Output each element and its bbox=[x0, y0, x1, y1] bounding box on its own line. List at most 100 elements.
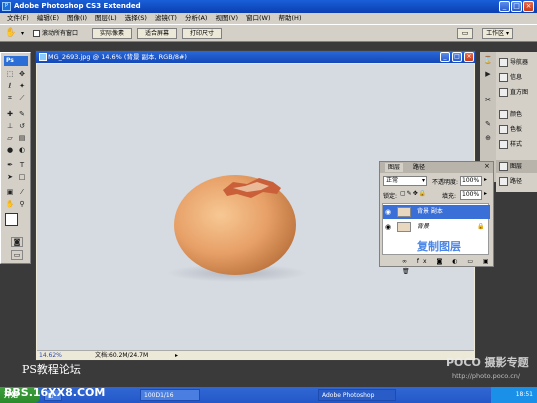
menu-layer[interactable]: 图层(L) bbox=[91, 13, 121, 24]
opacity-input[interactable]: 100% bbox=[460, 176, 482, 186]
rectangle-tool-icon[interactable]: □ bbox=[17, 173, 27, 182]
taskbar-item-photoshop[interactable]: Adobe Photoshop bbox=[318, 389, 396, 401]
maximize-button[interactable]: □ bbox=[511, 1, 522, 12]
actions-icon[interactable]: ▶ bbox=[483, 70, 493, 79]
document-size-info[interactable]: 文档:60.2M/24.7M bbox=[95, 351, 148, 360]
layer-row-background[interactable]: ◉ 背景 🔒 bbox=[383, 220, 490, 234]
workspace-button[interactable]: 工作区 ▾ bbox=[482, 28, 513, 39]
navigator-icon bbox=[499, 58, 508, 67]
chevron-down-icon: ▾ bbox=[421, 177, 425, 184]
fill-input[interactable]: 100% bbox=[460, 190, 482, 200]
dock-styles[interactable]: 样式 bbox=[496, 138, 537, 151]
menu-analysis[interactable]: 分析(A) bbox=[181, 13, 212, 24]
tool-presets-icon[interactable]: ✂ bbox=[483, 96, 493, 105]
quick-mask-icon[interactable]: ◙ bbox=[11, 237, 23, 247]
brush-tool-icon[interactable]: ✎ bbox=[17, 110, 27, 119]
menu-file[interactable]: 文件(F) bbox=[3, 13, 33, 24]
gradient-tool-icon[interactable]: ▤ bbox=[17, 134, 27, 143]
toolbox: Ps ⬚ ✥ ℓ ✦ ⌗ ⟋ ✚ ✎ ⊥ ↺ ▱ ▤ ● ◐ ✒ T ➤ □ ▣… bbox=[0, 52, 31, 264]
opacity-arrow-icon[interactable]: ▸ bbox=[484, 176, 487, 183]
tab-paths[interactable]: 路径 bbox=[410, 163, 428, 172]
layers-panel-footer-icons[interactable]: ∞ fx ◙ ◐ ▭ ▣ 🗑 bbox=[380, 257, 493, 275]
app-title-bar: Adobe Photoshop CS3 Extended bbox=[0, 0, 537, 13]
chevron-down-icon[interactable]: ▾ bbox=[21, 28, 29, 39]
fill-arrow-icon[interactable]: ▸ bbox=[484, 190, 487, 197]
taskbar-item-folder[interactable]: 100D1/16 bbox=[140, 389, 200, 401]
hand-tool-icon[interactable]: ✋ bbox=[5, 28, 17, 39]
document-icon bbox=[39, 53, 47, 61]
menu-help[interactable]: 帮助(H) bbox=[275, 13, 306, 24]
dock-swatches[interactable]: 色板 bbox=[496, 123, 537, 136]
photoshop-app-icon: P bbox=[2, 2, 11, 11]
magic-wand-tool-icon[interactable]: ✦ bbox=[17, 82, 27, 91]
scroll-all-checkbox[interactable] bbox=[33, 30, 40, 37]
eye-icon[interactable]: ◉ bbox=[385, 220, 391, 234]
path-selection-tool-icon[interactable]: ➤ bbox=[5, 173, 15, 182]
healing-brush-tool-icon[interactable]: ✚ bbox=[5, 110, 15, 119]
history-icon[interactable]: ⌛ bbox=[483, 56, 493, 65]
layer-row-background-copy[interactable]: ◉ 背景 副本 bbox=[383, 205, 490, 219]
stamp-tool-icon[interactable]: ⊥ bbox=[5, 122, 15, 131]
screen-mode-icon[interactable]: ▭ bbox=[11, 250, 23, 260]
actual-pixels-button[interactable]: 实际像素 bbox=[92, 28, 132, 39]
menu-window[interactable]: 窗口(W) bbox=[242, 13, 275, 24]
status-arrow-icon[interactable]: ▸ bbox=[175, 351, 178, 360]
clone-source-icon[interactable]: ⊕ bbox=[483, 134, 493, 143]
dock-info[interactable]: 信息 bbox=[496, 71, 537, 84]
layer-list: ◉ 背景 副本 ◉ 背景 🔒 复制图层 bbox=[382, 203, 490, 255]
marquee-tool-icon[interactable]: ⬚ bbox=[5, 70, 15, 79]
app-title: Adobe Photoshop CS3 Extended bbox=[14, 2, 141, 10]
doc-maximize-button[interactable]: □ bbox=[452, 52, 462, 62]
doc-minimize-button[interactable]: _ bbox=[440, 52, 450, 62]
color-icon bbox=[499, 110, 508, 119]
dock-layers[interactable]: 图层 bbox=[496, 160, 537, 173]
zoom-level[interactable]: 14.62% bbox=[39, 351, 62, 360]
panel-close-icon[interactable]: × bbox=[484, 162, 490, 170]
brushes-icon[interactable]: ✎ bbox=[483, 120, 493, 129]
close-button[interactable]: × bbox=[523, 1, 534, 12]
palette-well-icon[interactable]: ▭ bbox=[457, 28, 473, 39]
eraser-tool-icon[interactable]: ▱ bbox=[5, 134, 15, 143]
document-title-bar: MG_2693.jpg @ 14.6% (背景 副本, RGB/8#) bbox=[36, 51, 475, 63]
fit-screen-button[interactable]: 适合屏幕 bbox=[137, 28, 177, 39]
history-brush-tool-icon[interactable]: ↺ bbox=[17, 122, 27, 131]
system-tray: 18:51 bbox=[491, 387, 537, 403]
print-size-button[interactable]: 打印尺寸 bbox=[182, 28, 222, 39]
watermark-poco-brand: POCO 摄影专题 bbox=[446, 356, 529, 369]
eyedropper-tool-icon[interactable]: ⁄ bbox=[17, 188, 27, 197]
blur-tool-icon[interactable]: ● bbox=[5, 146, 15, 155]
menu-select[interactable]: 选择(S) bbox=[121, 13, 151, 24]
pen-tool-icon[interactable]: ✒ bbox=[5, 161, 15, 170]
dock-color[interactable]: 颜色 bbox=[496, 108, 537, 121]
dock-navigator[interactable]: 导航器 bbox=[496, 56, 537, 69]
dock-paths[interactable]: 路径 bbox=[496, 175, 537, 188]
menu-edit[interactable]: 编辑(E) bbox=[33, 13, 63, 24]
watermark-forum-title: PS教程论坛 bbox=[22, 363, 81, 376]
crop-tool-icon[interactable]: ⌗ bbox=[5, 94, 15, 103]
layer-name: 背景 副本 bbox=[417, 208, 443, 215]
foreground-color-swatch[interactable] bbox=[5, 213, 18, 226]
dodge-tool-icon[interactable]: ◐ bbox=[17, 146, 27, 155]
menu-view[interactable]: 视图(V) bbox=[211, 13, 242, 24]
type-tool-icon[interactable]: T bbox=[17, 161, 27, 170]
menu-filter[interactable]: 滤镜(T) bbox=[151, 13, 181, 24]
move-tool-icon[interactable]: ✥ bbox=[17, 70, 27, 79]
tab-layers[interactable]: 图层 bbox=[385, 163, 404, 172]
menu-image[interactable]: 图像(I) bbox=[63, 13, 91, 24]
lasso-tool-icon[interactable]: ℓ bbox=[5, 82, 15, 91]
lock-icons[interactable]: ▢✎✥🔒 bbox=[400, 190, 427, 197]
slice-tool-icon[interactable]: ⟋ bbox=[17, 94, 27, 103]
layers-icon bbox=[499, 162, 508, 171]
layers-panel: 图层 路径 × 正常 ▾ 不透明度: 100% ▸ 锁定: ▢✎✥🔒 填充: 10… bbox=[379, 161, 494, 275]
blend-mode-select[interactable]: 正常 ▾ bbox=[383, 176, 427, 186]
eye-icon[interactable]: ◉ bbox=[385, 205, 391, 219]
dock-histogram[interactable]: 直方图 bbox=[496, 86, 537, 99]
notes-tool-icon[interactable]: ▣ bbox=[5, 188, 15, 197]
doc-close-button[interactable]: × bbox=[464, 52, 474, 62]
menu-bar: 文件(F) 编辑(E) 图像(I) 图层(L) 选择(S) 滤镜(T) 分析(A… bbox=[0, 13, 537, 24]
styles-icon bbox=[499, 140, 508, 149]
minimize-button[interactable]: _ bbox=[499, 1, 510, 12]
watermark-poco-url: http://photo.poco.cn/ bbox=[452, 372, 521, 380]
hand-tool-icon[interactable]: ✋ bbox=[5, 200, 15, 209]
zoom-tool-icon[interactable]: ⚲ bbox=[17, 200, 27, 209]
